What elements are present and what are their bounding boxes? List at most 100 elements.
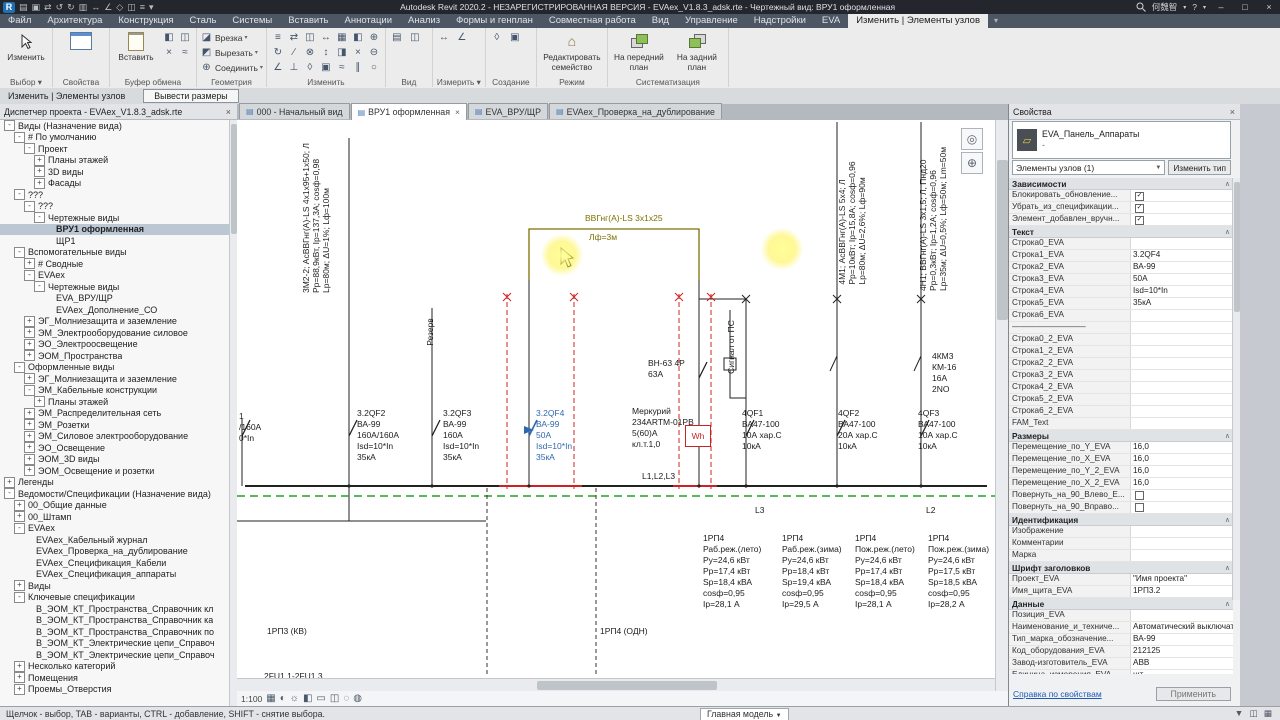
expand-icon[interactable]: + bbox=[34, 177, 45, 189]
browser-item[interactable]: - Ведомости/Спецификации (Назначение вида… bbox=[0, 488, 229, 500]
crop-visibility-icon[interactable]: ◫ bbox=[330, 693, 339, 704]
property-value[interactable] bbox=[1130, 538, 1233, 549]
temporary-hide-icon[interactable]: ◌ bbox=[343, 693, 349, 704]
property-value[interactable] bbox=[1130, 382, 1233, 393]
browser-item[interactable]: + Планы этажей bbox=[0, 154, 229, 167]
visual-style-icon[interactable]: ◐ bbox=[280, 693, 286, 704]
shadows-icon[interactable]: ◧ bbox=[303, 693, 312, 704]
browser-item[interactable]: EVAex_Дополнение_СО bbox=[0, 304, 229, 316]
view-tab[interactable]: ▤ EVA_ВРУ/ЩР bbox=[467, 103, 549, 119]
help-dropdown-icon[interactable]: ▾ bbox=[1203, 4, 1206, 11]
edit-family-button[interactable]: ⌂ Редактировать семейство bbox=[540, 30, 604, 72]
expand-icon[interactable]: + bbox=[34, 154, 45, 166]
zoom-icon[interactable]: ⊕ bbox=[961, 152, 983, 174]
browser-item[interactable]: + ЭГ_Молниезащита и заземление bbox=[0, 315, 229, 328]
browser-item[interactable]: - Чертежные виды bbox=[0, 212, 229, 224]
minimize-icon[interactable]: – bbox=[1212, 2, 1230, 12]
browser-item[interactable]: - Виды (Назначение вида) bbox=[0, 120, 229, 132]
view-tab[interactable]: ▤ ВРУ1 оформленная × bbox=[350, 103, 467, 120]
expand-icon[interactable]: + bbox=[34, 166, 45, 178]
browser-item[interactable]: + ЭМ_Розетки bbox=[0, 419, 229, 431]
browser-item[interactable]: - # По умолчанию bbox=[0, 131, 229, 144]
3d-view-icon[interactable]: ◇ bbox=[116, 2, 123, 13]
property-group-header[interactable]: Текст ∧ bbox=[1009, 226, 1233, 238]
checkbox[interactable] bbox=[1135, 503, 1144, 512]
cope-button[interactable]: ◪ Врезка ▾ bbox=[200, 30, 263, 45]
show-dimensions-button[interactable]: Вывести размеры bbox=[143, 89, 239, 103]
browser-item[interactable]: - Вспомогательные виды bbox=[0, 246, 229, 259]
measure-angle-icon[interactable]: ∠ bbox=[454, 30, 470, 45]
property-value[interactable]: АВВ bbox=[1130, 658, 1233, 669]
ribbon-tab-file[interactable]: Файл bbox=[0, 14, 39, 28]
browser-item[interactable]: -??? bbox=[0, 189, 229, 201]
print-icon[interactable]: ▥ bbox=[79, 2, 88, 13]
browser-item[interactable]: + Помещения bbox=[0, 672, 229, 684]
property-group-header[interactable]: Шрифт заголовков ∧ bbox=[1009, 562, 1233, 574]
browser-item[interactable]: - EVAex bbox=[0, 269, 229, 282]
expand-icon[interactable]: + bbox=[14, 499, 25, 511]
worksets-icon[interactable]: ▦ bbox=[1264, 708, 1272, 719]
expand-icon[interactable]: + bbox=[14, 683, 25, 695]
collapse-icon[interactable]: - bbox=[34, 281, 45, 293]
panel-caption-properties[interactable]: Свойства bbox=[53, 77, 109, 87]
ribbon-tab-steel[interactable]: Сталь bbox=[182, 14, 225, 28]
parallel-icon[interactable]: ∥ bbox=[350, 60, 366, 75]
element-filter-dropdown[interactable]: Элементы узлов (1) ▼ bbox=[1012, 160, 1166, 175]
perpendicular-icon[interactable]: ⊥ bbox=[286, 60, 302, 75]
browser-item[interactable]: В_ЭОМ_КТ_Электрические цепи_Справоч bbox=[0, 649, 229, 661]
copy-icon[interactable]: ◫ bbox=[177, 30, 193, 45]
browser-item[interactable]: EVAex_Кабельный журнал bbox=[0, 534, 229, 546]
bring-to-front-button[interactable]: На передний план bbox=[611, 30, 667, 72]
ribbon-tab-structure[interactable]: Конструкция bbox=[110, 14, 181, 28]
browser-item[interactable]: - Чертежные виды bbox=[0, 281, 229, 293]
undo-icon[interactable]: ↺ bbox=[56, 2, 64, 13]
browser-item[interactable]: В_ЭОМ_КТ_Пространства_Справочник кл bbox=[0, 603, 229, 615]
split-icon[interactable]: ∕ bbox=[286, 45, 302, 60]
close-icon[interactable]: × bbox=[455, 107, 460, 117]
ribbon-tab-insert[interactable]: Вставить bbox=[280, 14, 336, 28]
property-value[interactable]: 16,0 bbox=[1130, 466, 1233, 477]
property-group-header[interactable]: Данные ∧ bbox=[1009, 598, 1233, 610]
user-name[interactable]: 何魏智 bbox=[1152, 1, 1178, 13]
tab-options-icon[interactable]: ▾ bbox=[988, 14, 1004, 28]
expand-icon[interactable]: + bbox=[24, 258, 35, 270]
property-value[interactable] bbox=[1130, 550, 1233, 561]
property-value[interactable] bbox=[1130, 310, 1233, 321]
collapse-icon[interactable]: - bbox=[14, 591, 25, 603]
property-value[interactable]: 1РП3.2 bbox=[1130, 586, 1233, 597]
measure-icon[interactable]: ↔ bbox=[91, 2, 100, 12]
cut-icon[interactable]: × bbox=[161, 45, 177, 60]
edit-type-button[interactable]: Изменить тип bbox=[1168, 160, 1231, 175]
browser-item[interactable]: - Ключевые спецификации bbox=[0, 591, 229, 604]
browser-item[interactable]: + Несколько категорий bbox=[0, 660, 229, 673]
expand-icon[interactable]: + bbox=[24, 327, 35, 339]
sync-icon[interactable]: ⇄ bbox=[44, 2, 52, 13]
close-icon[interactable]: × bbox=[1228, 107, 1237, 117]
property-group-header[interactable]: Зависимости ∧ bbox=[1009, 178, 1233, 190]
property-value[interactable]: 35кА bbox=[1130, 298, 1233, 309]
apply-button[interactable]: Применить bbox=[1155, 687, 1231, 701]
group-icon[interactable]: ▣ bbox=[318, 60, 334, 75]
expand-icon[interactable]: + bbox=[14, 660, 25, 672]
browser-item[interactable]: - Проект bbox=[0, 143, 229, 155]
panel-caption-select[interactable]: Выбор ▾ bbox=[0, 77, 52, 87]
browser-item[interactable]: EVAex_Спецификация_Кабели bbox=[0, 557, 229, 569]
panel-caption-modify[interactable]: Изменить bbox=[267, 77, 385, 87]
offset-icon[interactable]: ⇄ bbox=[286, 30, 302, 45]
pin-icon[interactable]: ○ bbox=[366, 60, 382, 75]
crop-icon[interactable]: ▭ bbox=[316, 693, 325, 704]
property-value[interactable] bbox=[1130, 370, 1233, 381]
maximize-icon[interactable]: □ bbox=[1236, 2, 1254, 12]
ribbon-tab-analyze[interactable]: Анализ bbox=[400, 14, 448, 28]
property-value[interactable]: 16,0 bbox=[1130, 478, 1233, 489]
modify-button[interactable]: Изменить bbox=[3, 30, 49, 63]
browser-item[interactable]: +3D виды bbox=[0, 166, 229, 178]
property-value[interactable] bbox=[1130, 238, 1233, 249]
ribbon-tab-modify-context[interactable]: Изменить | Элементы узлов bbox=[848, 14, 989, 28]
checkbox[interactable]: ✓ bbox=[1135, 216, 1144, 225]
browser-item[interactable]: ВРУ1 оформленная bbox=[0, 223, 229, 235]
type-selector[interactable]: ▱ EVA_Панель_Аппараты - bbox=[1012, 121, 1231, 159]
browser-item[interactable]: + ЭМ_Электрооборудование силовое bbox=[0, 327, 229, 339]
property-value[interactable] bbox=[1130, 526, 1233, 537]
property-value[interactable]: ВА-99 bbox=[1130, 634, 1233, 645]
